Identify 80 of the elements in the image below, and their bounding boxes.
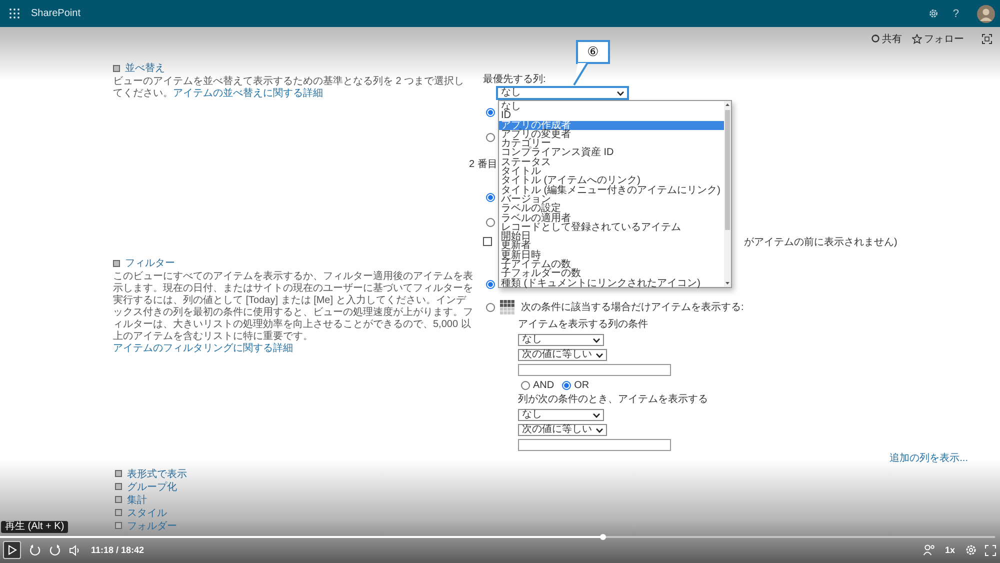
chevron-icon [596, 428, 603, 432]
chevron-icon [617, 90, 624, 96]
share-icon [871, 34, 880, 43]
radio-button[interactable] [521, 380, 530, 390]
toggle-icon[interactable] [113, 260, 120, 266]
field-label: 列が次の条件のとき、アイテムを表示する [518, 394, 708, 406]
details-link[interactable]: アイテムのフィルタリングに関する詳細 [113, 343, 293, 354]
field-label: アイテムを表示する列の条件 [518, 319, 648, 331]
avatar[interactable] [977, 4, 995, 22]
star-icon [912, 34, 922, 44]
people-icon[interactable] [922, 544, 935, 556]
dropdown-option[interactable]: タイトル (編集メニュー付きのアイテムにリンク) [499, 186, 724, 195]
scrollbar[interactable] [724, 101, 732, 287]
chevron-icon [596, 352, 603, 358]
dropdown-option[interactable]: タイトル (アイテムへのリンク) [499, 176, 724, 186]
dropdown-option[interactable]: ステータス [499, 158, 724, 168]
dropdown-option[interactable]: 開始日 [499, 232, 724, 242]
chevron-icon [593, 412, 600, 418]
app-launcher-icon[interactable] [9, 8, 20, 19]
section-heading[interactable]: グループ化 [127, 480, 177, 494]
dropdown-option[interactable]: ラベルの適用者 [499, 214, 724, 223]
dropdown-option[interactable]: 子アイテムの数 [499, 260, 724, 270]
dropdown-field[interactable]: なし [518, 334, 604, 346]
dropdown-option[interactable]: 子フォルダーの数 [499, 269, 724, 279]
text-field[interactable] [518, 439, 671, 451]
tooltip: 再生 (Alt + K) [1, 521, 68, 533]
follow-button[interactable]: フォロー [910, 30, 966, 46]
settings-icon[interactable] [928, 8, 939, 19]
dropdown-option[interactable]: アプリの変更者 [499, 130, 724, 140]
volume-icon[interactable] [69, 544, 81, 556]
radio-button[interactable] [486, 218, 495, 227]
checkbox[interactable] [483, 237, 492, 246]
chevron-icon [593, 338, 600, 342]
dropdown-option[interactable]: タイトル [499, 167, 724, 176]
radio-button[interactable] [486, 280, 495, 288]
radio-button[interactable] [486, 302, 495, 312]
dropdown-field[interactable]: なし [518, 409, 604, 421]
time-display: 11:18 / 18:42 [91, 545, 144, 555]
speed-button[interactable]: 1x [942, 545, 957, 555]
dropdown-field[interactable]: 次の値に等しい [518, 349, 607, 361]
dropdown-field[interactable]: 次の値に等しい [518, 424, 607, 436]
dropdown-option[interactable]: ID [499, 111, 724, 121]
radio-label: OR [574, 380, 590, 390]
radio-button[interactable] [486, 193, 495, 202]
dropdown-option[interactable]: ラベルの設定 [499, 204, 724, 214]
section-description: このビューにすべてのアイテムを表示するか、フィルター適用後のアイテムを表示します。現在の日付、またはサイトの現在のユーザーに基づいてフィルターを実行するには、列の値として [Today] または [Me] と入力してください。インデックス付きの列を最初の条件に使用すると、ビューの処理速度が上がります。フィルターは、大きいリストの処理効率を向上させることができるので、5,000 以上のアイテムを含むリストに特に重要です。 アイテムのフィルタリングに関する詳細 [113, 271, 473, 355]
field-label: 最優先する列: [483, 74, 546, 86]
help-button[interactable]: ? [952, 8, 959, 20]
section-heading[interactable]: 並べ替え [125, 61, 165, 75]
section-description: ビューのアイテムを並べ替えて表示するための基準となる列を 2 つまで選択してください。アイテムの並べ替えに関する詳細 [113, 76, 466, 100]
rewind-icon[interactable] [29, 544, 41, 556]
dropdown-option[interactable]: レコードとして登録されているアイテム [499, 222, 724, 232]
fullscreen-icon[interactable] [985, 544, 996, 556]
focus-mode-icon[interactable] [982, 34, 992, 44]
radio-button[interactable] [562, 380, 572, 390]
dropdown-option[interactable]: 種類 (ドキュメントにリンクされたアイコン) [499, 278, 724, 288]
dropdown-option[interactable]: 更新者 [499, 241, 724, 251]
filter-grid-icon [500, 300, 515, 314]
section-heading[interactable]: 表形式で表示 [127, 466, 187, 480]
play-icon [8, 545, 16, 555]
progress-handle[interactable] [600, 534, 606, 540]
section-heading[interactable]: 集計 [127, 492, 147, 506]
radio-label: AND [533, 380, 554, 390]
dropdown-option[interactable]: なし [499, 102, 724, 112]
show-more-columns-link[interactable]: 追加の列を表示... [890, 453, 968, 464]
dropdown-option[interactable]: コンプライアンス資産 ID [499, 148, 724, 158]
radio-button[interactable] [486, 133, 495, 142]
checkbox-label: がアイテムの前に表示されません) [744, 236, 898, 248]
share-button[interactable]: 共有 [869, 30, 904, 46]
section-heading[interactable]: フィルター [125, 256, 175, 270]
forward-icon[interactable] [49, 544, 61, 556]
play-button[interactable] [3, 541, 21, 559]
field-label: 2 番目 [469, 159, 498, 171]
text-field[interactable] [518, 364, 671, 376]
toggle-icon[interactable] [113, 64, 120, 72]
radio-button[interactable] [486, 108, 495, 117]
app-title[interactable]: SharePoint [31, 8, 80, 19]
option-label: 次の条件に該当する場合だけアイテムを表示する: [521, 300, 744, 314]
dropdown-option[interactable]: 更新日時 [499, 250, 724, 260]
details-link[interactable]: アイテムの並べ替えに関する詳細 [173, 88, 323, 99]
